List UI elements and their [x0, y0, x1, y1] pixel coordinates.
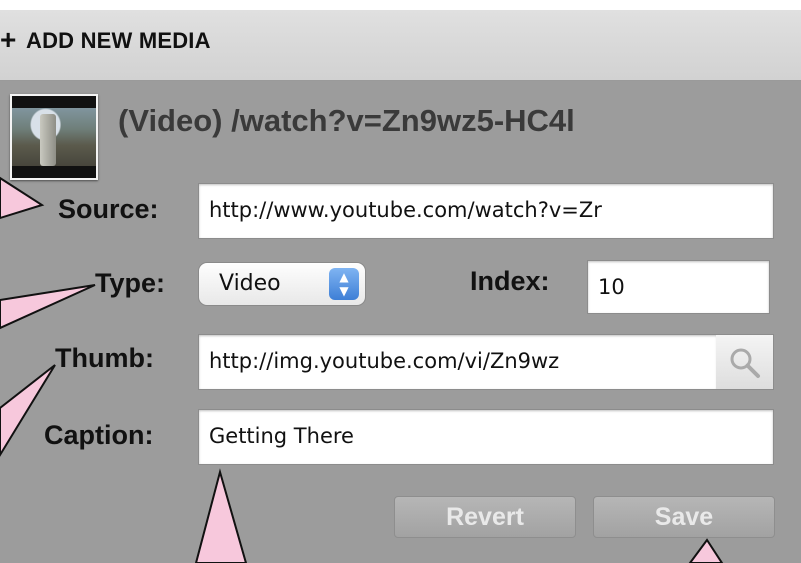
revert-button[interactable]: Revert — [394, 496, 576, 538]
media-title: (Video) /watch?v=Zn9wz5-HC4l — [118, 103, 575, 138]
source-label: Source: — [58, 194, 159, 224]
magnifier-icon — [730, 348, 760, 378]
panel-header[interactable]: + ADD NEW MEDIA — [0, 0, 801, 81]
panel-title: ADD NEW MEDIA — [26, 28, 211, 53]
thumbnail-tree — [40, 114, 56, 166]
thumbnail-letterbox-bottom — [12, 166, 96, 178]
caption-label: Caption: — [44, 420, 154, 450]
index-input[interactable]: 10 — [587, 260, 770, 314]
type-label: Type: — [95, 268, 166, 298]
thumbnail-letterbox-top — [12, 96, 96, 108]
stage: + ADD NEW MEDIA (Video) /watch?v=Zn9wz5-… — [0, 0, 801, 563]
source-input[interactable]: http://www.youtube.com/watch?v=Zr — [198, 183, 774, 239]
type-select-value: Video — [219, 271, 281, 296]
thumb-input[interactable]: http://img.youtube.com/vi/Zn9wz — [198, 334, 718, 390]
thumb-label: Thumb: — [55, 343, 154, 373]
save-button[interactable]: Save — [593, 496, 775, 538]
plus-icon: + — [0, 24, 17, 55]
caption-input[interactable]: Getting There — [198, 409, 774, 465]
index-label: Index: — [470, 266, 550, 296]
select-arrows-icon: ▲ ▼ — [329, 268, 359, 300]
thumb-search-button[interactable] — [716, 334, 774, 390]
type-select[interactable]: Video ▲ ▼ — [198, 262, 366, 306]
video-thumbnail — [10, 94, 98, 180]
add-media-panel: + ADD NEW MEDIA (Video) /watch?v=Zn9wz5-… — [0, 0, 801, 563]
